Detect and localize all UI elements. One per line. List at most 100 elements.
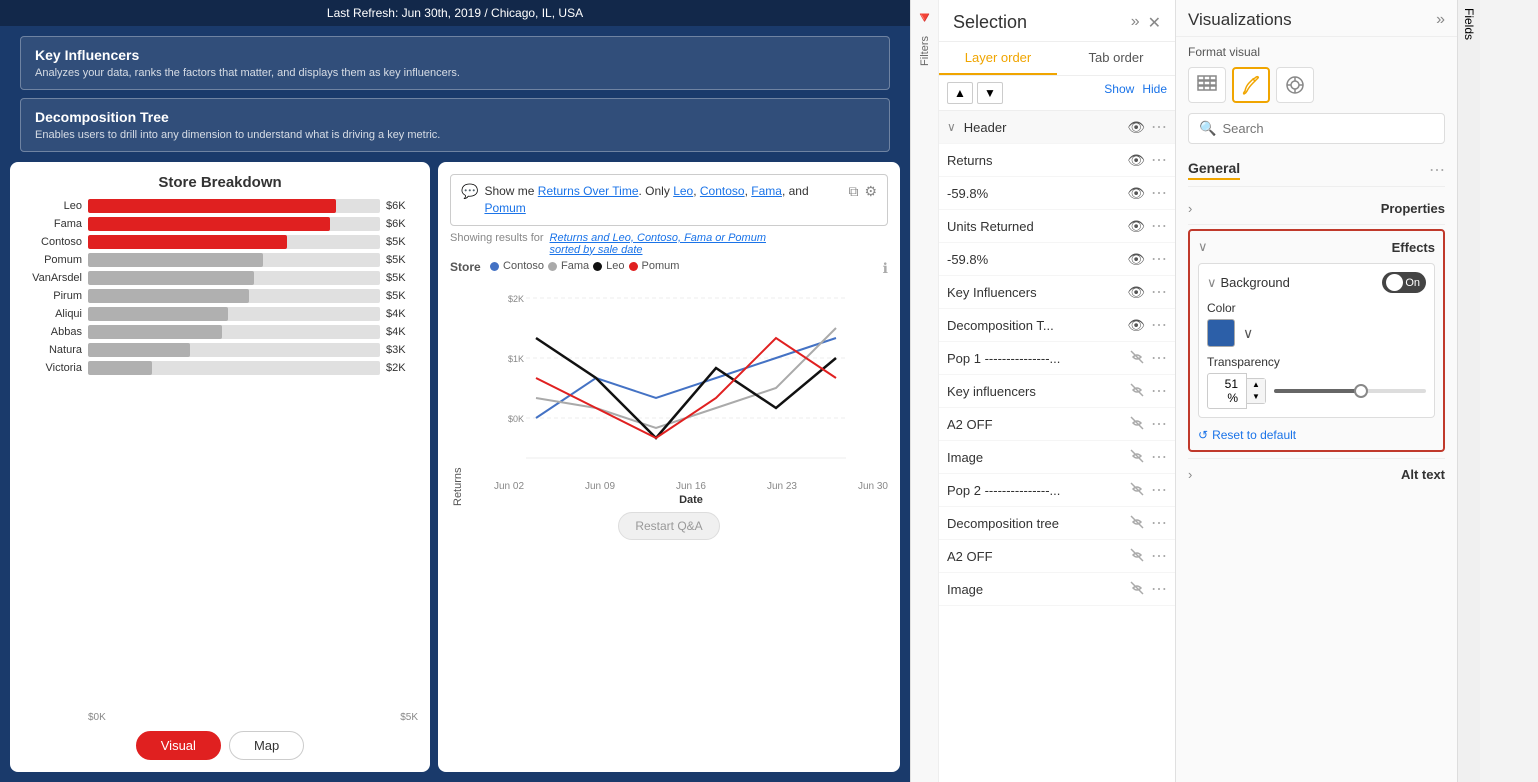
filters-label[interactable]: Filters	[919, 36, 931, 66]
layer-item[interactable]: Decomposition T... 👁 ⋯	[939, 309, 1175, 342]
move-up-btn[interactable]: ▲	[947, 82, 973, 104]
close-icon[interactable]: ✕	[1148, 13, 1161, 33]
alt-text-section[interactable]: › Alt text	[1188, 458, 1445, 490]
layer-more-icon[interactable]: ⋯	[1151, 216, 1167, 236]
layer-more-icon[interactable]: ⋯	[1151, 480, 1167, 500]
color-swatch[interactable]	[1207, 319, 1235, 347]
layer-visibility-icon[interactable]: 👁	[1127, 251, 1145, 268]
layer-name: Decomposition tree	[947, 516, 1123, 531]
analytics-btn[interactable]	[1276, 67, 1314, 103]
bar-container	[88, 307, 380, 321]
layer-more-icon[interactable]: ⋯	[1151, 315, 1167, 335]
info-icon[interactable]: ℹ	[883, 260, 888, 277]
layer-order-tab[interactable]: Layer order	[939, 42, 1057, 75]
fields-tab[interactable]: Fields	[1457, 0, 1480, 782]
bar-value: $5K	[386, 236, 418, 248]
layer-more-icon[interactable]: ⋯	[1151, 150, 1167, 170]
alt-text-chevron: ›	[1188, 467, 1192, 482]
visual-tab[interactable]: Visual	[136, 731, 221, 760]
layer-item[interactable]: Pop 1 ---------------... ⋯	[939, 342, 1175, 375]
layer-visibility-icon[interactable]	[1129, 382, 1145, 401]
reset-to-default[interactable]: ↺ Reset to default	[1198, 428, 1435, 442]
layer-visibility-icon[interactable]: 👁	[1127, 284, 1145, 301]
hide-btn[interactable]: Hide	[1142, 82, 1167, 104]
layer-more-icon[interactable]: ⋯	[1151, 249, 1167, 269]
layer-item[interactable]: A2 OFF ⋯	[939, 540, 1175, 573]
key-influencers-card[interactable]: Key Influencers Analyzes your data, rank…	[20, 36, 890, 90]
bg-title-row: ∨ Background	[1207, 275, 1290, 291]
sorted-link[interactable]: sorted by sale date	[550, 244, 643, 256]
properties-section[interactable]: › Properties	[1188, 193, 1445, 225]
layer-item[interactable]: Units Returned 👁 ⋯	[939, 210, 1175, 243]
layer-item[interactable]: Key Influencers 👁 ⋯	[939, 276, 1175, 309]
layer-visibility-icon[interactable]: 👁	[1127, 218, 1145, 235]
paint-brush-btn[interactable]	[1232, 67, 1270, 103]
layer-visibility-icon[interactable]: 👁	[1127, 185, 1145, 202]
copy-icon[interactable]: ⧉	[848, 183, 858, 200]
layer-name: Header	[964, 120, 1121, 135]
layer-visibility-icon[interactable]	[1129, 547, 1145, 566]
layer-item[interactable]: Pop 2 ---------------... ⋯	[939, 474, 1175, 507]
layer-item[interactable]: A2 OFF ⋯	[939, 408, 1175, 441]
decomposition-tree-card[interactable]: Decomposition Tree Enables users to dril…	[20, 98, 890, 152]
qa-action-icons: ⧉ ⚙	[848, 183, 877, 200]
layer-visibility-icon[interactable]	[1129, 580, 1145, 599]
layer-item[interactable]: -59.8% 👁 ⋯	[939, 243, 1175, 276]
layer-visibility-icon[interactable]	[1129, 415, 1145, 434]
move-down-btn[interactable]: ▼	[977, 82, 1003, 104]
format-visual-label: Format visual	[1188, 45, 1445, 59]
layer-name: Image	[947, 450, 1123, 465]
bar-row: Victoria $2K	[22, 361, 418, 375]
restart-qa-button[interactable]: Restart Q&A	[618, 512, 719, 540]
stepper-up-btn[interactable]: ▲	[1247, 379, 1265, 391]
bar-container	[88, 217, 380, 231]
show-btn[interactable]: Show	[1104, 82, 1134, 104]
search-input[interactable]	[1222, 121, 1434, 136]
layer-item[interactable]: Image ⋯	[939, 573, 1175, 606]
layer-visibility-icon[interactable]	[1129, 481, 1145, 500]
showing-link[interactable]: Returns and Leo, Contoso, Fama or Pomum	[550, 232, 766, 244]
x-axis: $0K $5K	[22, 708, 418, 723]
layer-more-icon[interactable]: ⋯	[1151, 348, 1167, 368]
color-dropdown-icon[interactable]: ∨	[1243, 325, 1253, 342]
layer-more-icon[interactable]: ⋯	[1151, 579, 1167, 599]
bar-label: Natura	[22, 344, 82, 356]
stepper-down-btn[interactable]: ▼	[1247, 391, 1265, 403]
search-box[interactable]: 🔍	[1188, 113, 1445, 144]
layer-more-icon[interactable]: ⋯	[1151, 117, 1167, 137]
map-tab[interactable]: Map	[229, 731, 304, 760]
general-more-icon[interactable]: ⋯	[1429, 160, 1445, 180]
background-toggle[interactable]: On	[1382, 272, 1426, 293]
layer-visibility-icon[interactable]: 👁	[1127, 119, 1145, 136]
settings-icon[interactable]: ⚙	[864, 183, 877, 200]
layer-more-icon[interactable]: ⋯	[1151, 183, 1167, 203]
transparency-slider-track[interactable]	[1274, 381, 1426, 401]
layer-item[interactable]: ∨ Header 👁 ⋯	[939, 111, 1175, 144]
tab-order-tab[interactable]: Tab order	[1057, 42, 1175, 75]
layer-more-icon[interactable]: ⋯	[1151, 414, 1167, 434]
qa-input-box[interactable]: 💬 Show me Returns Over Time. Only Leo, C…	[450, 174, 888, 226]
layer-item[interactable]: Key influencers ⋯	[939, 375, 1175, 408]
layer-visibility-icon[interactable]	[1129, 514, 1145, 533]
layer-item[interactable]: Decomposition tree ⋯	[939, 507, 1175, 540]
layer-more-icon[interactable]: ⋯	[1151, 282, 1167, 302]
layer-more-icon[interactable]: ⋯	[1151, 381, 1167, 401]
layer-item[interactable]: Returns 👁 ⋯	[939, 144, 1175, 177]
bar-container	[88, 361, 380, 375]
layer-visibility-icon[interactable]: 👁	[1127, 317, 1145, 334]
layer-more-icon[interactable]: ⋯	[1151, 513, 1167, 533]
viz-expand-icon[interactable]: »	[1436, 11, 1445, 29]
layer-name: Returns	[947, 153, 1121, 168]
collapse-icon[interactable]: »	[1131, 13, 1140, 33]
general-title: General	[1188, 160, 1240, 180]
layer-visibility-icon[interactable]	[1129, 448, 1145, 467]
bar-label: Pirum	[22, 290, 82, 302]
layer-visibility-icon[interactable]	[1129, 349, 1145, 368]
bar-container	[88, 289, 380, 303]
layer-visibility-icon[interactable]: 👁	[1127, 152, 1145, 169]
table-grid-btn[interactable]	[1188, 67, 1226, 103]
layer-more-icon[interactable]: ⋯	[1151, 447, 1167, 467]
layer-item[interactable]: Image ⋯	[939, 441, 1175, 474]
layer-more-icon[interactable]: ⋯	[1151, 546, 1167, 566]
layer-item[interactable]: -59.8% 👁 ⋯	[939, 177, 1175, 210]
